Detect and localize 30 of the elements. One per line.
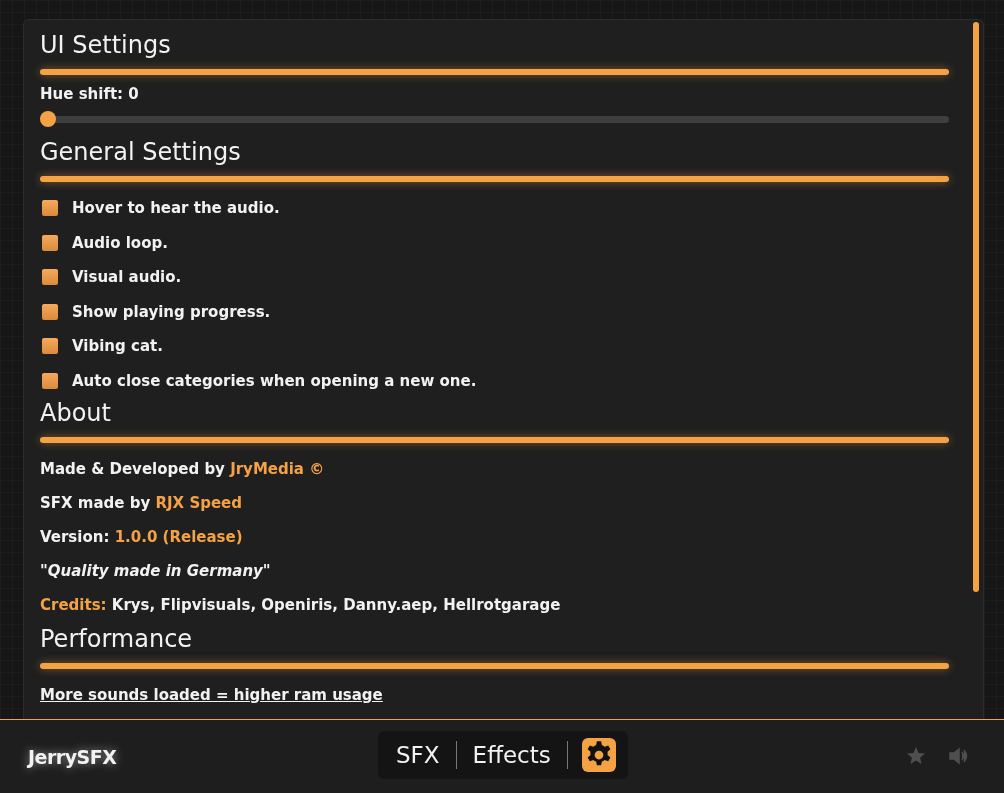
section-heading: Performance <box>40 624 194 655</box>
section-heading: General Settings <box>40 137 242 168</box>
option-label: Auto close categories when opening a new one. <box>72 370 477 391</box>
section-heading: About <box>40 398 112 429</box>
option-label: Audio loop. <box>72 232 168 253</box>
credits-text: Credits: Krys, Flipvisuals, Openiris, Danny.aep, Hellrotgarage <box>40 595 561 616</box>
option-label: Hover to hear the audio. <box>72 198 280 219</box>
info-text: SFX made by RJX Speed <box>40 493 242 514</box>
nav-tab[interactable]: Effects <box>470 742 553 769</box>
info-text: Version: 1.0.0 (Release) <box>40 527 243 548</box>
app-logo: JerrySFX <box>28 745 117 768</box>
info-text: Made & Developed by JryMedia © <box>40 459 325 480</box>
checkbox[interactable] <box>42 338 58 355</box>
slider-label: Hue shift: 0 <box>40 84 139 104</box>
slider-thumb[interactable] <box>40 111 56 127</box>
checkbox[interactable] <box>42 303 58 320</box>
option-label: Visual audio. <box>72 267 182 288</box>
option-label: Show playing progress. <box>72 301 271 322</box>
checkbox[interactable] <box>42 372 58 389</box>
checkbox[interactable] <box>42 269 58 286</box>
checkbox[interactable] <box>42 200 58 217</box>
checkbox[interactable] <box>42 234 58 251</box>
quote-text: "Quality made in Germany" <box>40 561 271 582</box>
settings-button[interactable] <box>581 738 616 773</box>
hue-slider[interactable] <box>40 111 949 127</box>
nav-tab[interactable]: SFX <box>394 742 442 769</box>
section-heading: UI Settings <box>40 30 172 61</box>
scrollbar-thumb[interactable] <box>973 22 979 592</box>
option-label: Vibing cat. <box>72 336 163 357</box>
note-text: More sounds loaded = higher ram usage <box>40 685 383 706</box>
